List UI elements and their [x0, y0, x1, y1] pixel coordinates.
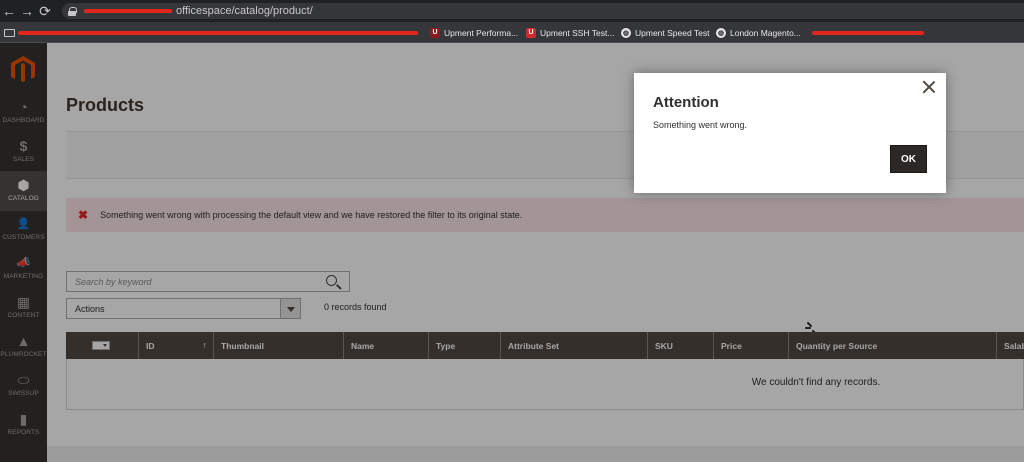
bookmarks-bar: U Upment Performa... U Upment SSH Test..… — [0, 22, 1024, 43]
globe-icon: ◍ — [716, 27, 726, 38]
bookmark-upment-performance[interactable]: U Upment Performa... — [430, 22, 518, 43]
globe-icon: ◍ — [621, 27, 631, 38]
modal-message: Something went wrong. — [653, 120, 748, 130]
upment-shield-icon: U — [526, 27, 536, 38]
reload-icon[interactable]: ⟳ — [36, 0, 54, 22]
ok-button[interactable]: OK — [890, 145, 927, 173]
redacted-bookmarks — [18, 31, 418, 35]
bookmark-upment-ssh-test[interactable]: U Upment SSH Test... — [526, 22, 614, 43]
folder-icon — [4, 28, 15, 37]
redacted-domain — [84, 9, 172, 13]
browser-toolbar: ← → ⟳ officespace/catalog/product/ — [0, 0, 1024, 22]
bookmark-label: Upment Speed Test — [635, 27, 710, 38]
bookmark-upment-speed-test[interactable]: ◍ Upment Speed Test — [621, 22, 710, 43]
bookmark-folder[interactable] — [4, 22, 19, 43]
back-arrow-icon[interactable]: ← — [0, 0, 18, 22]
forward-arrow-icon[interactable]: → — [18, 0, 36, 22]
bookmark-london-magento[interactable]: ◍ London Magento... — [716, 22, 801, 43]
attention-modal: Attention Something went wrong. OK — [634, 73, 946, 193]
upment-app-icon: U — [430, 27, 440, 38]
redacted-bookmark — [812, 31, 924, 35]
modal-title: Attention — [653, 94, 719, 111]
lock-icon — [68, 6, 77, 16]
bookmark-label: Upment SSH Test... — [540, 27, 615, 38]
url-text: officespace/catalog/product/ — [176, 5, 313, 17]
address-bar[interactable]: officespace/catalog/product/ — [62, 3, 1024, 19]
bookmark-label: Upment Performa... — [444, 27, 519, 38]
bookmark-label: London Magento... — [730, 27, 801, 38]
close-icon[interactable] — [920, 78, 938, 96]
